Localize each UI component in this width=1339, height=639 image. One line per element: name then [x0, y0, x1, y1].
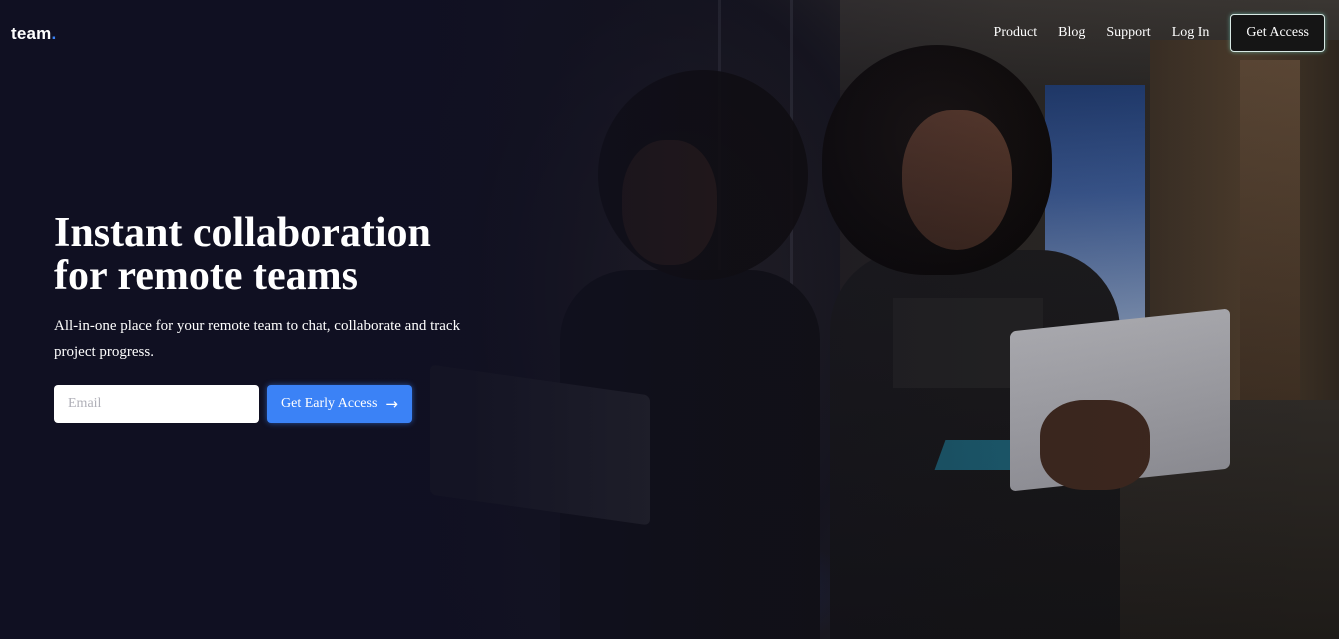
get-early-access-button[interactable]: Get Early Access →: [267, 385, 412, 423]
submit-label: Get Early Access: [281, 396, 378, 411]
nav-link-blog[interactable]: Blog: [1058, 25, 1085, 41]
headline-line-1: Instant collaboration: [54, 210, 431, 256]
headline-line-2: for remote teams: [54, 253, 358, 299]
signup-form: Get Early Access →: [54, 385, 412, 423]
brand-logo[interactable]: team.: [11, 24, 56, 44]
top-nav: Product Blog Support Log In Get Access: [973, 14, 1325, 52]
get-access-button[interactable]: Get Access: [1230, 14, 1325, 52]
hero-headline: Instant collaboration for remote teams: [54, 212, 534, 298]
arrow-right-icon: →: [385, 395, 398, 413]
email-input[interactable]: [54, 385, 259, 423]
hero-subtext: All-in-one place for your remote team to…: [54, 318, 461, 360]
nav-link-login[interactable]: Log In: [1172, 25, 1210, 41]
brand-name: team: [11, 24, 52, 43]
nav-link-support[interactable]: Support: [1106, 25, 1150, 41]
brand-dot: .: [51, 24, 57, 43]
nav-link-product[interactable]: Product: [994, 25, 1038, 41]
